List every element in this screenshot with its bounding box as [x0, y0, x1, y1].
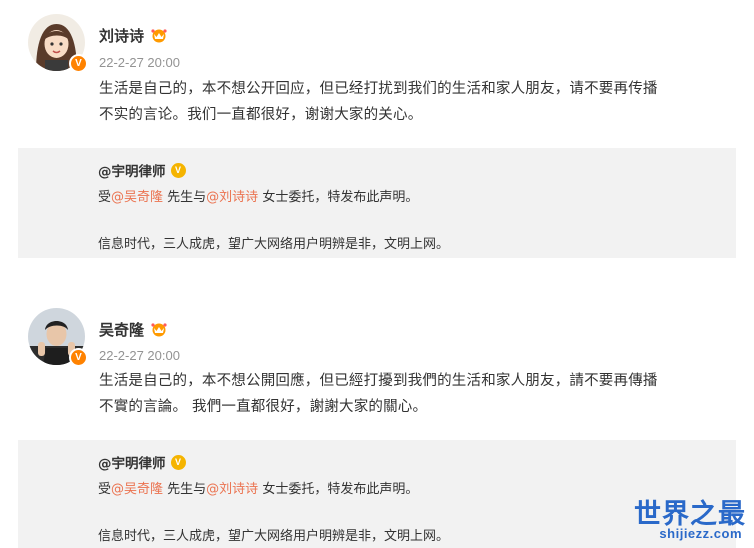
post-text-line: 不实的言论。我们一直都很好，谢谢大家的关心。 [99, 107, 423, 123]
repost-text-line: 信息时代，三人成虎，望广大网络用户明辨是非，文明上网。 [98, 529, 450, 544]
author-row: 刘诗诗 [99, 25, 168, 46]
repost-text: 先生与 [163, 190, 207, 205]
author-name[interactable]: 刘诗诗 [99, 25, 144, 46]
weibo-post: V 刘诗诗 22-2-27 20:00 生活是自己的，本不想公开回应，但已经打扰… [0, 0, 754, 265]
repost-text-line: 受@吴奇隆 先生与@刘诗诗 女士委托，特发布此声明。 [98, 186, 418, 205]
post-text-line: 生活是自己的，本不想公開回應，但已經打擾到我們的生活和家人朋友，請不要再傳播 [99, 373, 658, 389]
repost-author-name[interactable]: @宇明律师 [98, 160, 166, 180]
repost-text: 女士委托，特发布此声明。 [258, 482, 419, 497]
mention-link[interactable]: @刘诗诗 [206, 190, 258, 205]
gold-verified-icon: V [170, 162, 186, 178]
avatar[interactable]: V [28, 14, 88, 73]
post-content: 生活是自己的，本不想公開回應，但已經打擾到我們的生活和家人朋友，請不要再傳播 不… [99, 368, 739, 420]
post-text-line: 生活是自己的，本不想公开回应，但已经打扰到我们的生活和家人朋友，请不要再传播 [99, 81, 658, 97]
repost-card[interactable]: @宇明律师 V 受@吴奇隆 先生与@刘诗诗 女士委托，特发布此声明。 信息时代，… [18, 148, 736, 258]
vip-crown-icon [150, 28, 168, 43]
author-row: 吴奇隆 [99, 319, 168, 340]
repost-text: 受 [98, 190, 112, 205]
post-time[interactable]: 22-2-27 20:00 [99, 348, 180, 363]
repost-author-row: @宇明律师 V [98, 160, 186, 180]
post-content: 生活是自己的，本不想公开回应，但已经打扰到我们的生活和家人朋友，请不要再传播 不… [99, 76, 739, 128]
watermark-url: shijiezz.com [659, 526, 742, 541]
repost-text: 先生与 [163, 482, 207, 497]
repost-text-line: 信息时代，三人成虎，望广大网络用户明辨是非，文明上网。 [98, 237, 450, 252]
gold-verified-icon: V [170, 454, 186, 470]
verified-badge-icon: V [69, 348, 88, 367]
verified-badge-icon: V [69, 54, 88, 73]
post-time[interactable]: 22-2-27 20:00 [99, 55, 180, 70]
mention-link[interactable]: @刘诗诗 [206, 482, 258, 497]
mention-link[interactable]: @吴奇隆 [111, 190, 163, 205]
post-text-line: 不實的言論。 我們一直都很好，謝謝大家的關心。 [99, 399, 428, 415]
repost-text: 女士委托，特发布此声明。 [258, 190, 419, 205]
repost-text: 受 [98, 482, 112, 497]
repost-author-row: @宇明律师 V [98, 452, 186, 472]
repost-author-name[interactable]: @宇明律师 [98, 452, 166, 472]
avatar[interactable]: V [28, 308, 88, 367]
repost-text-line: 受@吴奇隆 先生与@刘诗诗 女士委托，特发布此声明。 [98, 478, 418, 497]
vip-crown-icon [150, 322, 168, 337]
mention-link[interactable]: @吴奇隆 [111, 482, 163, 497]
site-watermark: 世界之最 shijiezz.com [616, 492, 746, 544]
author-name[interactable]: 吴奇隆 [99, 319, 144, 340]
